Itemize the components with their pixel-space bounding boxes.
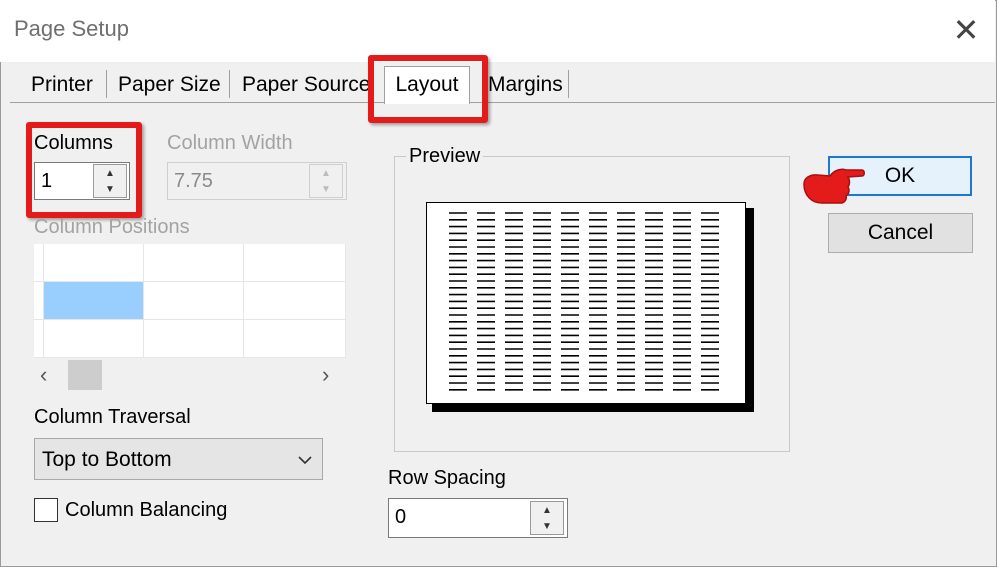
highlight-box-layout-tab <box>368 55 488 123</box>
grid-cell <box>34 320 44 358</box>
grid-cell <box>34 244 44 282</box>
grid-cell-selected[interactable] <box>44 282 144 320</box>
grid-cell[interactable] <box>144 244 244 282</box>
grid-cell[interactable] <box>44 244 144 282</box>
tab-printer[interactable]: Printer <box>31 70 93 100</box>
spin-down-icon[interactable]: ▼ <box>531 518 563 534</box>
column-balancing-label: Column Balancing <box>65 499 228 521</box>
chevron-right-icon[interactable]: › <box>322 362 342 388</box>
preview-label: Preview <box>406 145 484 168</box>
tab-separator <box>106 70 107 98</box>
pointing-hand-icon <box>803 168 865 204</box>
tab-separator <box>568 70 569 98</box>
column-traversal-select[interactable]: Top to Bottom <box>34 438 323 480</box>
preview-page <box>426 202 746 404</box>
column-balancing-checkbox[interactable] <box>34 498 58 522</box>
grid-cell[interactable] <box>144 320 244 358</box>
grid-cell[interactable] <box>44 320 144 358</box>
scrollbar-thumb[interactable] <box>68 360 102 390</box>
cancel-button[interactable]: Cancel <box>828 213 973 253</box>
column-traversal-value: Top to Bottom <box>42 448 172 471</box>
grid-cell[interactable] <box>244 320 346 358</box>
column-traversal-label: Column Traversal <box>34 406 191 428</box>
spin-down-icon: ▼ <box>321 183 331 195</box>
tab-paper-size[interactable]: Paper Size <box>118 70 221 100</box>
chevron-left-icon[interactable]: ‹ <box>40 362 60 388</box>
grid-cell[interactable] <box>144 282 244 320</box>
title-bar <box>0 0 995 62</box>
grid-cell[interactable] <box>244 244 346 282</box>
column-width-spinner: ▲ ▼ <box>309 164 343 198</box>
tab-separator <box>229 70 230 98</box>
highlight-box-columns <box>26 122 142 218</box>
grid-cell[interactable] <box>244 282 346 320</box>
grid-cell <box>34 282 44 320</box>
close-icon[interactable]: ✕ <box>948 10 984 50</box>
chevron-down-icon <box>298 456 312 465</box>
spin-up-icon: ▲ <box>321 167 331 179</box>
column-width-label: Column Width <box>167 132 293 154</box>
column-positions-label: Column Positions <box>34 216 190 238</box>
row-spacing-spinner[interactable]: ▲ ▼ <box>530 501 564 535</box>
spin-up-icon[interactable]: ▲ <box>531 502 563 518</box>
row-spacing-label: Row Spacing <box>388 467 506 489</box>
preview-text-lines <box>449 212 719 391</box>
tab-margins[interactable]: Margins <box>488 70 563 100</box>
tab-paper-source[interactable]: Paper Source <box>242 70 370 100</box>
dialog-title: Page Setup <box>14 16 129 41</box>
column-positions-grid[interactable] <box>34 244 346 358</box>
